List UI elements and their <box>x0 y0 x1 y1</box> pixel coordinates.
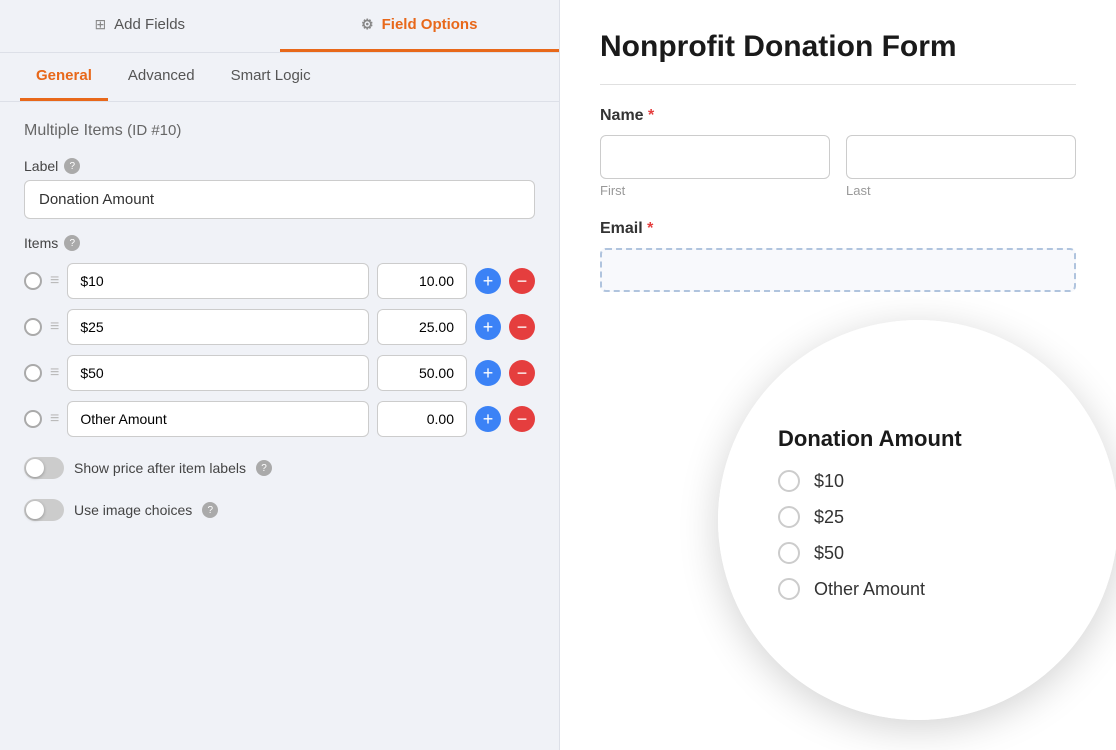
sub-tabs-bar: General Advanced Smart Logic <box>0 53 559 102</box>
item-row: ≡ + − <box>24 401 535 437</box>
item-price-2[interactable] <box>377 355 467 391</box>
item-remove-2[interactable]: − <box>509 360 535 386</box>
zoom-item-3: Other Amount <box>778 578 925 600</box>
zoom-item-0: $10 <box>778 470 844 492</box>
item-name-1[interactable] <box>67 309 369 345</box>
right-panel: Nonprofit Donation Form Name * First Las… <box>560 0 1116 750</box>
subtab-advanced-label: Advanced <box>128 67 195 84</box>
left-content: Multiple Items (ID #10) Label ? Items ? … <box>0 102 559 750</box>
item-name-2[interactable] <box>67 355 369 391</box>
first-name-input[interactable] <box>600 135 830 179</box>
toggle-show-price[interactable] <box>24 457 64 479</box>
tab-field-options[interactable]: ⚙ Field Options <box>280 0 560 52</box>
item-add-2[interactable]: + <box>475 360 501 386</box>
item-row: ≡ + − <box>24 309 535 345</box>
name-fields: First Last <box>600 135 1076 198</box>
subtab-general-label: General <box>36 67 92 84</box>
drag-handle-3[interactable]: ≡ <box>50 410 59 428</box>
field-title: Multiple Items (ID #10) <box>24 122 535 140</box>
item-price-0[interactable] <box>377 263 467 299</box>
item-name-3[interactable] <box>67 401 369 437</box>
label-input[interactable] <box>24 180 535 219</box>
item-add-3[interactable]: + <box>475 406 501 432</box>
zoom-label-3: Other Amount <box>814 579 925 600</box>
email-section: Email * <box>600 220 1076 292</box>
item-radio-0[interactable] <box>24 272 42 290</box>
item-row: ≡ + − <box>24 263 535 299</box>
subtab-general[interactable]: General <box>20 53 108 101</box>
zoom-radio-2[interactable] <box>778 542 800 564</box>
first-name-sublabel: First <box>600 183 830 198</box>
last-name-field: Last <box>846 135 1076 198</box>
tab-add-fields[interactable]: ⊞ Add Fields <box>0 0 280 52</box>
name-required-star: * <box>648 107 654 124</box>
item-add-1[interactable]: + <box>475 314 501 340</box>
item-price-1[interactable] <box>377 309 467 345</box>
toggle-show-price-help[interactable]: ? <box>256 460 272 476</box>
label-section: Label ? <box>24 158 535 219</box>
item-radio-2[interactable] <box>24 364 42 382</box>
zoom-section-title: Donation Amount <box>778 426 962 452</box>
item-remove-3[interactable]: − <box>509 406 535 432</box>
email-label: Email * <box>600 220 1076 238</box>
item-name-0[interactable] <box>67 263 369 299</box>
left-panel: ⊞ Add Fields ⚙ Field Options General Adv… <box>0 0 560 750</box>
zoom-label-2: $50 <box>814 543 844 564</box>
zoom-radio-3[interactable] <box>778 578 800 600</box>
label-field-label: Label ? <box>24 158 535 174</box>
item-row: ≡ + − <box>24 355 535 391</box>
item-radio-3[interactable] <box>24 410 42 428</box>
item-remove-0[interactable]: − <box>509 268 535 294</box>
top-tabs-bar: ⊞ Add Fields ⚙ Field Options <box>0 0 559 53</box>
item-add-0[interactable]: + <box>475 268 501 294</box>
email-required-star: * <box>647 220 653 237</box>
item-radio-1[interactable] <box>24 318 42 336</box>
form-divider <box>600 84 1076 85</box>
items-help-icon[interactable]: ? <box>64 235 80 251</box>
subtab-advanced[interactable]: Advanced <box>112 53 211 101</box>
item-price-3[interactable] <box>377 401 467 437</box>
drag-handle-1[interactable]: ≡ <box>50 318 59 336</box>
zoom-label-1: $25 <box>814 507 844 528</box>
toggle-show-price-knob <box>26 459 44 477</box>
label-help-icon[interactable]: ? <box>64 158 80 174</box>
tab-field-options-label: Field Options <box>382 16 478 33</box>
name-label: Name * <box>600 107 1076 125</box>
field-options-icon: ⚙ <box>361 16 374 33</box>
toggle-image-choices-knob <box>26 501 44 519</box>
email-input[interactable] <box>600 248 1076 292</box>
last-name-sublabel: Last <box>846 183 1076 198</box>
zoom-item-2: $50 <box>778 542 844 564</box>
tab-add-fields-label: Add Fields <box>114 16 185 33</box>
toggle-image-choices-label: Use image choices <box>74 502 192 518</box>
toggle-image-choices[interactable] <box>24 499 64 521</box>
item-remove-1[interactable]: − <box>509 314 535 340</box>
add-fields-icon: ⊞ <box>94 16 106 33</box>
form-title: Nonprofit Donation Form <box>600 30 1076 64</box>
zoom-radio-0[interactable] <box>778 470 800 492</box>
name-section: Name * First Last <box>600 107 1076 198</box>
zoom-item-1: $25 <box>778 506 844 528</box>
zoom-radio-1[interactable] <box>778 506 800 528</box>
drag-handle-0[interactable]: ≡ <box>50 272 59 290</box>
first-name-field: First <box>600 135 830 198</box>
drag-handle-2[interactable]: ≡ <box>50 364 59 382</box>
subtab-smart-logic[interactable]: Smart Logic <box>215 53 327 101</box>
toggle-image-choices-help[interactable]: ? <box>202 502 218 518</box>
last-name-input[interactable] <box>846 135 1076 179</box>
zoom-circle: Donation Amount $10 $25 $50 Other Amount <box>718 320 1116 720</box>
items-label: Items ? <box>24 235 535 251</box>
toggle-show-price-label: Show price after item labels <box>74 460 246 476</box>
toggle-show-price-row: Show price after item labels ? <box>24 457 535 479</box>
toggle-image-choices-row: Use image choices ? <box>24 499 535 521</box>
zoom-label-0: $10 <box>814 471 844 492</box>
subtab-smart-logic-label: Smart Logic <box>231 67 311 84</box>
